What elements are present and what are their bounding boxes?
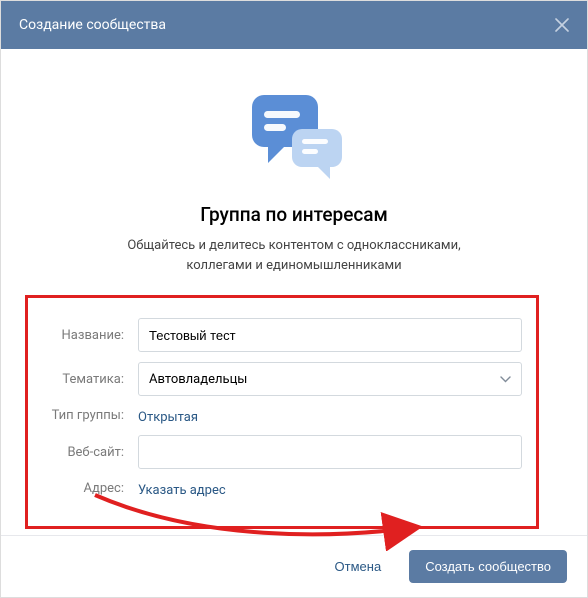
row-name: Название: (42, 318, 522, 352)
modal-header: Создание сообщества (1, 1, 587, 49)
create-community-button[interactable]: Создать сообщество (409, 550, 567, 583)
modal-title: Создание сообщества (19, 17, 166, 33)
cancel-button[interactable]: Отмена (321, 551, 396, 582)
topic-select-value: Автовладельцы (149, 372, 247, 387)
row-topic: Тематика: Автовладельцы (42, 362, 522, 396)
address-link[interactable]: Указать адрес (138, 483, 226, 498)
row-group-type: Тип группы: Открытая (42, 406, 522, 425)
modal-content: Группа по интересам Общайтесь и делитесь… (1, 49, 587, 535)
name-input[interactable] (138, 318, 522, 352)
form-highlight-box: Название: Тематика: Автовладельцы (25, 295, 539, 529)
topic-select[interactable]: Автовладельцы (138, 362, 522, 396)
chevron-down-icon (500, 372, 511, 386)
label-name: Название: (42, 328, 138, 343)
modal-footer: Отмена Создать сообщество (1, 535, 587, 597)
website-input[interactable] (138, 435, 522, 469)
page-heading: Группа по интересам (25, 203, 563, 226)
label-group-type: Тип группы: (42, 408, 138, 423)
group-type-link[interactable]: Открытая (138, 410, 198, 425)
row-address: Адрес: Указать адрес (42, 479, 522, 498)
close-icon[interactable] (555, 15, 569, 35)
label-website: Веб-сайт: (42, 445, 138, 460)
page-subheading: Общайтесь и делитесь контентом с однокла… (94, 236, 494, 275)
label-address: Адрес: (42, 481, 138, 496)
chat-bubbles-icon (25, 89, 563, 185)
create-community-modal: Создание сообщества Гр (0, 0, 588, 598)
label-topic: Тематика: (42, 372, 138, 387)
row-website: Веб-сайт: (42, 435, 522, 469)
